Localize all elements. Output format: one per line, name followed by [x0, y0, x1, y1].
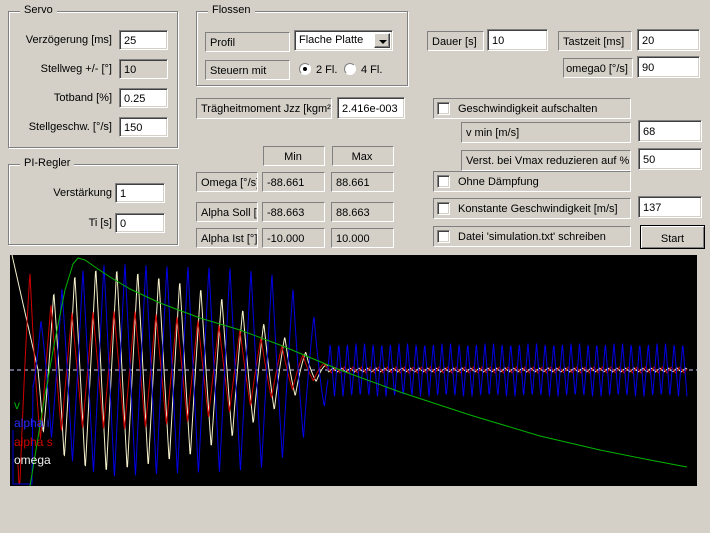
geschwindigkeit-aufschalten-checkbox[interactable]	[437, 102, 450, 115]
profil-combobox[interactable]: Flache Platte	[294, 30, 393, 51]
konstante-geschwindigkeit-input[interactable]	[638, 196, 702, 218]
geschwindigkeit-aufschalten-label: Geschwindigkeit aufschalten	[458, 103, 597, 115]
profil-combobox-dropdown-button[interactable]	[374, 33, 390, 48]
konstante-geschwindigkeit-option[interactable]: Konstante Geschwindigkeit [m/s]	[433, 198, 631, 219]
ohne-daempfung-option[interactable]: Ohne Dämpfung	[433, 171, 631, 192]
legend-alpha-i: alpha i	[14, 416, 49, 430]
app-window: { "window": {"bg": "#d4d0c8"}, "servo": …	[0, 0, 710, 533]
chevron-down-icon	[379, 40, 387, 44]
flossen-group-title: Flossen	[208, 4, 255, 16]
plot-area: v alpha i alpha s omega	[10, 255, 697, 486]
traegheitsmoment-input[interactable]	[337, 97, 405, 119]
datei-schreiben-option[interactable]: Datei 'simulation.txt' schreiben	[433, 226, 631, 247]
start-button[interactable]: Start	[640, 225, 705, 249]
ohne-daempfung-checkbox[interactable]	[437, 175, 450, 188]
servo-group-title: Servo	[20, 4, 57, 16]
omega0-label: omega0 [°/s]	[563, 58, 633, 78]
datei-schreiben-label: Datei 'simulation.txt' schreiben	[458, 231, 606, 243]
dauer-label: Dauer [s]	[427, 31, 484, 51]
alpha-ist-row-label: Alpha Ist [°]	[196, 228, 258, 248]
legend-v: v	[14, 398, 20, 412]
verst-vmax-label: Verst. bei Vmax reduzieren auf %	[461, 150, 631, 171]
tastzeit-label: Tastzeit [ms]	[558, 31, 632, 51]
vmin-input[interactable]	[638, 120, 702, 142]
profil-label: Profil	[205, 32, 290, 52]
datei-schreiben-checkbox[interactable]	[437, 230, 450, 243]
alpha-soll-max-value: 88.663	[331, 202, 394, 222]
totband-input[interactable]	[119, 88, 168, 108]
alpha-soll-row-label: Alpha Soll [°]	[196, 202, 258, 222]
alpha-ist-max-value: 10.000	[331, 228, 394, 248]
totband-label: Totband [%]	[8, 92, 112, 104]
radio-2fl[interactable]	[299, 63, 311, 75]
stellweg-input	[119, 59, 168, 79]
plot-svg	[10, 255, 697, 486]
ohne-daempfung-label: Ohne Dämpfung	[458, 176, 539, 188]
stellgeschw-label: Stellgeschw. [°/s]	[8, 121, 112, 133]
omega-min-value: -88.661	[262, 172, 325, 192]
max-header: Max	[332, 146, 394, 166]
alpha-soll-min-value: -88.663	[262, 202, 325, 222]
stellgeschw-input[interactable]	[119, 117, 168, 137]
ti-label: Ti [s]	[8, 217, 112, 229]
legend-omega: omega	[14, 453, 51, 467]
verst-vmax-input[interactable]	[638, 148, 702, 170]
konstante-geschwindigkeit-checkbox[interactable]	[437, 202, 450, 215]
min-header: Min	[263, 146, 325, 166]
ti-input[interactable]	[115, 213, 165, 233]
tastzeit-input[interactable]	[637, 29, 700, 51]
pi-regler-group-title: PI-Regler	[20, 157, 74, 169]
omega-row-label: Omega [°/s]	[196, 172, 258, 192]
verstaerkung-label: Verstärkung	[8, 187, 112, 199]
geschwindigkeit-aufschalten-option[interactable]: Geschwindigkeit aufschalten	[433, 98, 631, 119]
omega0-input[interactable]	[637, 56, 700, 78]
verzoegerung-label: Verzögerung [ms]	[8, 34, 112, 46]
omega-max-value: 88.661	[331, 172, 394, 192]
radio-2fl-label: 2 Fl.	[316, 64, 337, 76]
stellweg-label: Stellweg +/- [°]	[8, 63, 112, 75]
vmin-label: v min [m/s]	[461, 122, 631, 143]
steuern-mit-label: Steuern mit	[205, 60, 290, 80]
verstaerkung-input[interactable]	[115, 183, 165, 203]
radio-4fl[interactable]	[344, 63, 356, 75]
legend-alpha-s: alpha s	[14, 435, 53, 449]
verzoegerung-input[interactable]	[119, 30, 168, 50]
konstante-geschwindigkeit-label: Konstante Geschwindigkeit [m/s]	[458, 203, 618, 215]
traegheitsmoment-label: Trägheitmoment Jzz [kgm²]	[196, 98, 332, 119]
radio-4fl-label: 4 Fl.	[361, 64, 382, 76]
alpha-ist-min-value: -10.000	[262, 228, 325, 248]
profil-combobox-value: Flache Platte	[299, 34, 363, 46]
dauer-input[interactable]	[487, 29, 548, 51]
